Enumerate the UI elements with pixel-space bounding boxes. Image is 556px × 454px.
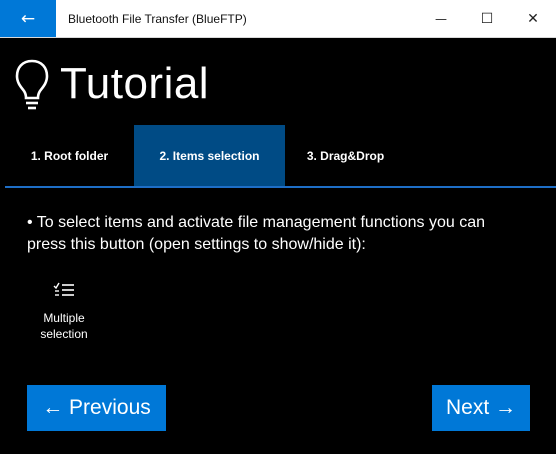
tab-items-selection[interactable]: 2. Items selection [134, 125, 285, 186]
multiple-selection-button-example: Multiple selection [30, 282, 98, 342]
title-bar: ← Bluetooth File Transfer (BlueFTP) — ☐ … [0, 0, 556, 38]
page-title: Tutorial [60, 59, 210, 108]
tab-bar: 1. Root folder 2. Items selection 3. Dra… [5, 125, 556, 188]
tab-drag-and-drop[interactable]: 3. Drag&Drop [285, 125, 406, 186]
multiple-selection-label: Multiple selection [40, 311, 88, 341]
window-title: Bluetooth File Transfer (BlueFTP) [68, 11, 247, 26]
tutorial-description: • To select items and activate file mana… [27, 214, 485, 253]
close-button[interactable]: ✕ [510, 0, 556, 37]
maximize-button[interactable]: ☐ [464, 0, 510, 37]
close-icon: ✕ [527, 10, 539, 27]
back-button[interactable]: ← [0, 0, 56, 37]
next-button[interactable]: Next → [432, 385, 530, 431]
tab-root-folder[interactable]: 1. Root folder [5, 125, 134, 186]
minimize-icon: — [435, 11, 447, 26]
page-header: Tutorial [14, 54, 209, 114]
back-arrow-icon: ← [20, 8, 36, 29]
maximize-icon: ☐ [480, 10, 494, 27]
previous-button[interactable]: ← Previous [27, 385, 166, 431]
minimize-button[interactable]: — [418, 0, 464, 37]
multiple-selection-icon [53, 282, 74, 296]
lightbulb-icon [15, 59, 49, 110]
